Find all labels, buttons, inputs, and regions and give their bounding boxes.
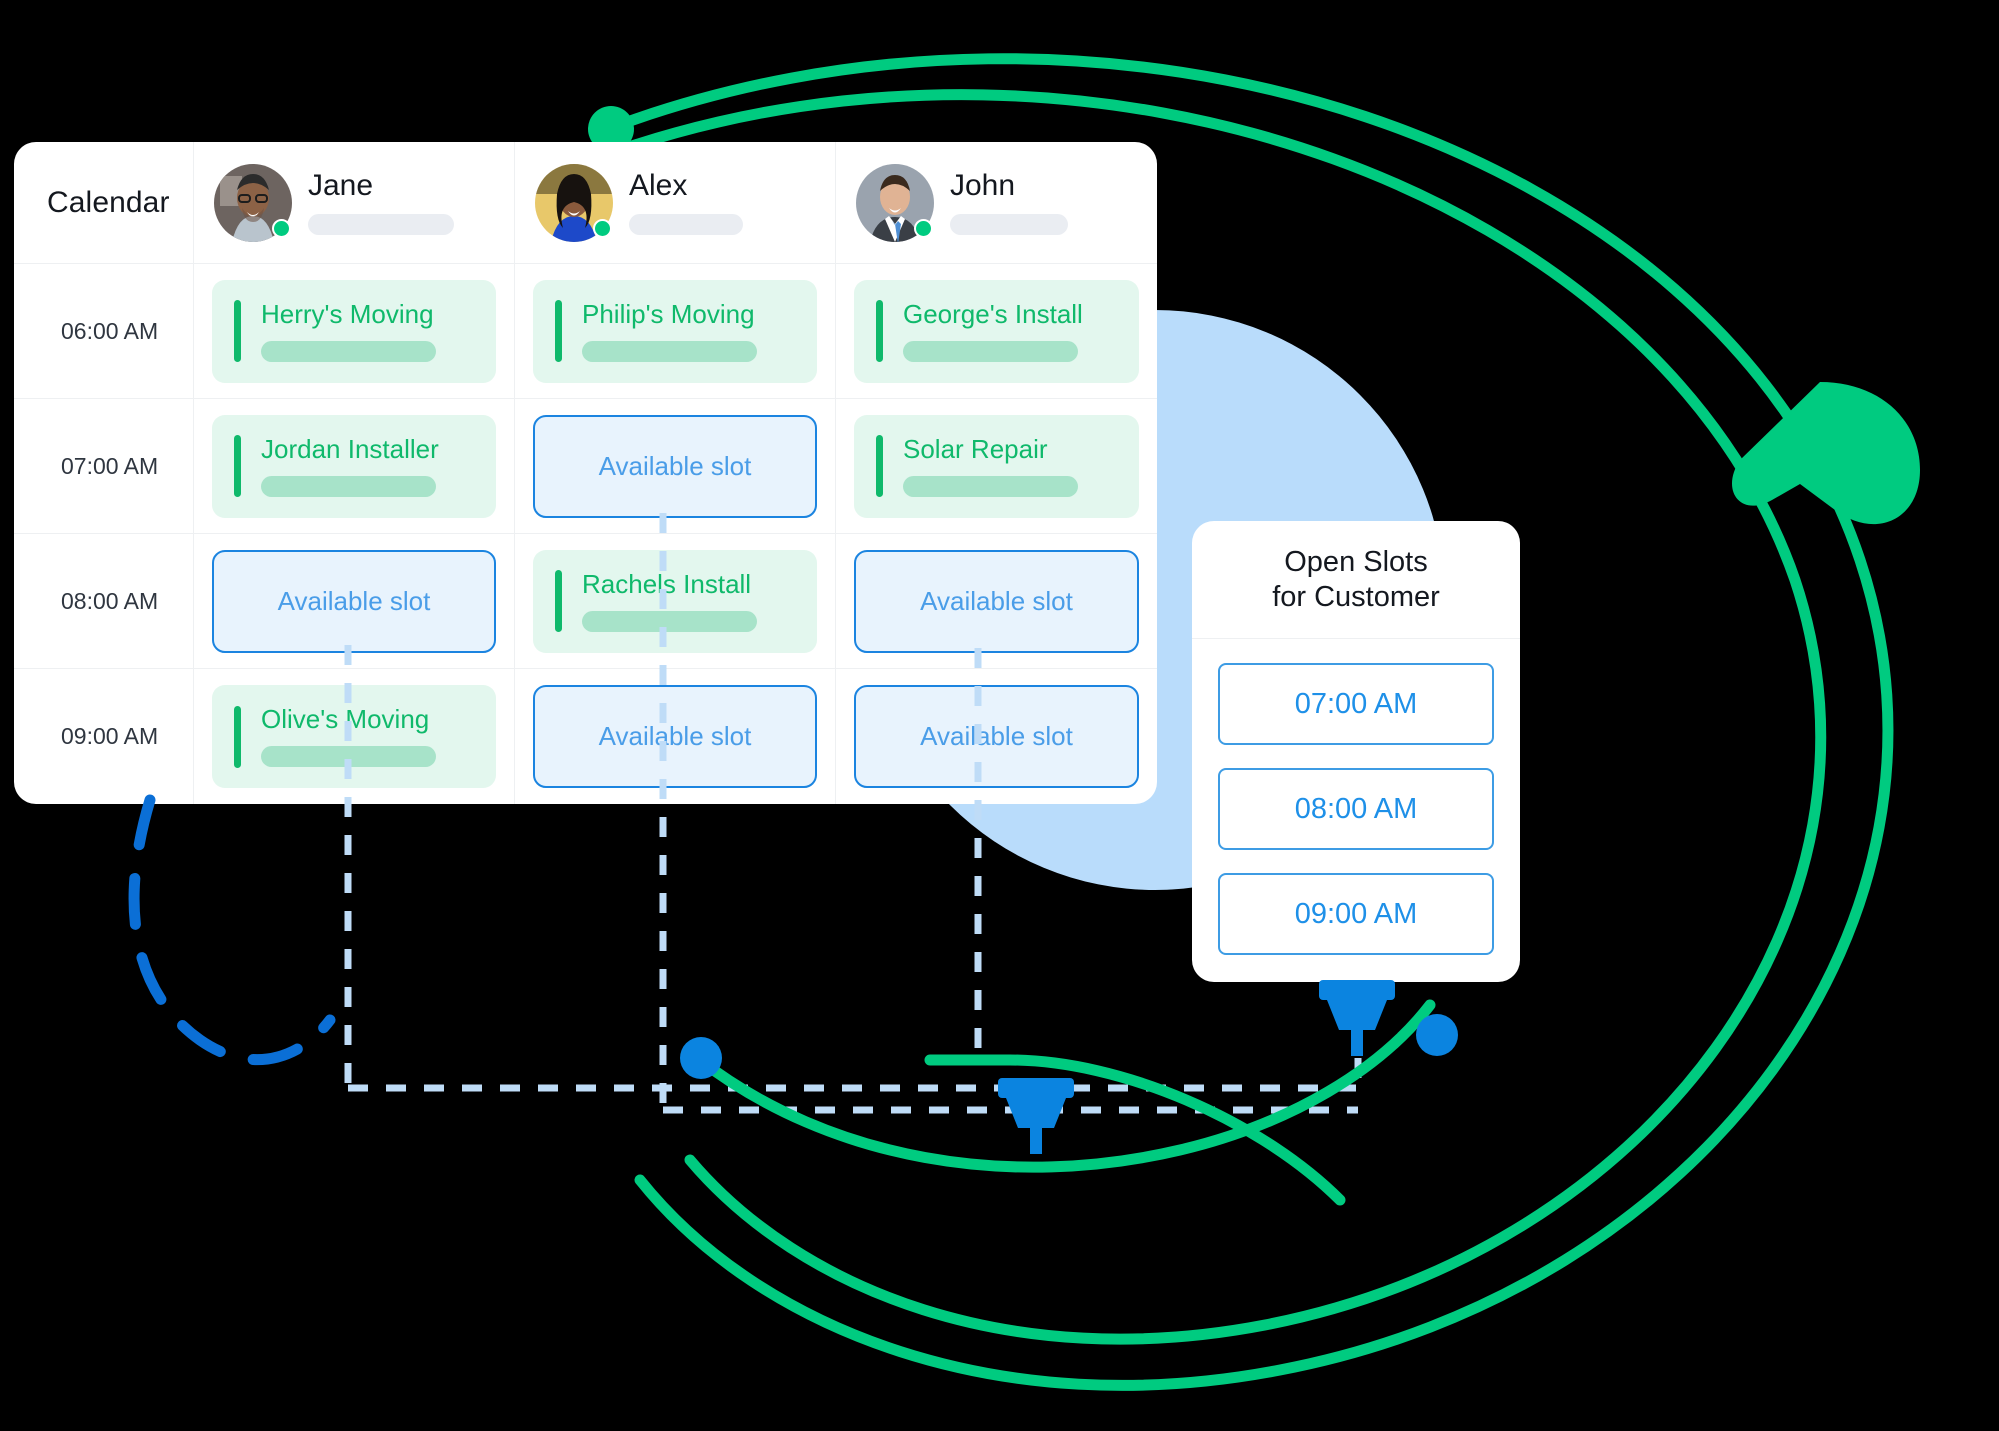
blue-plug-icon [1319,980,1395,1056]
blue-dot-icon [1416,1014,1458,1056]
dashed-arc-icon [128,794,336,1066]
blue-plug-icon [998,1078,1074,1154]
foreground-decorations [128,794,1458,1206]
illustration-stage: Calendar Jane Alex John 06:00 AM Herry's… [0,0,1999,1431]
blue-dot-icon [680,1037,722,1079]
